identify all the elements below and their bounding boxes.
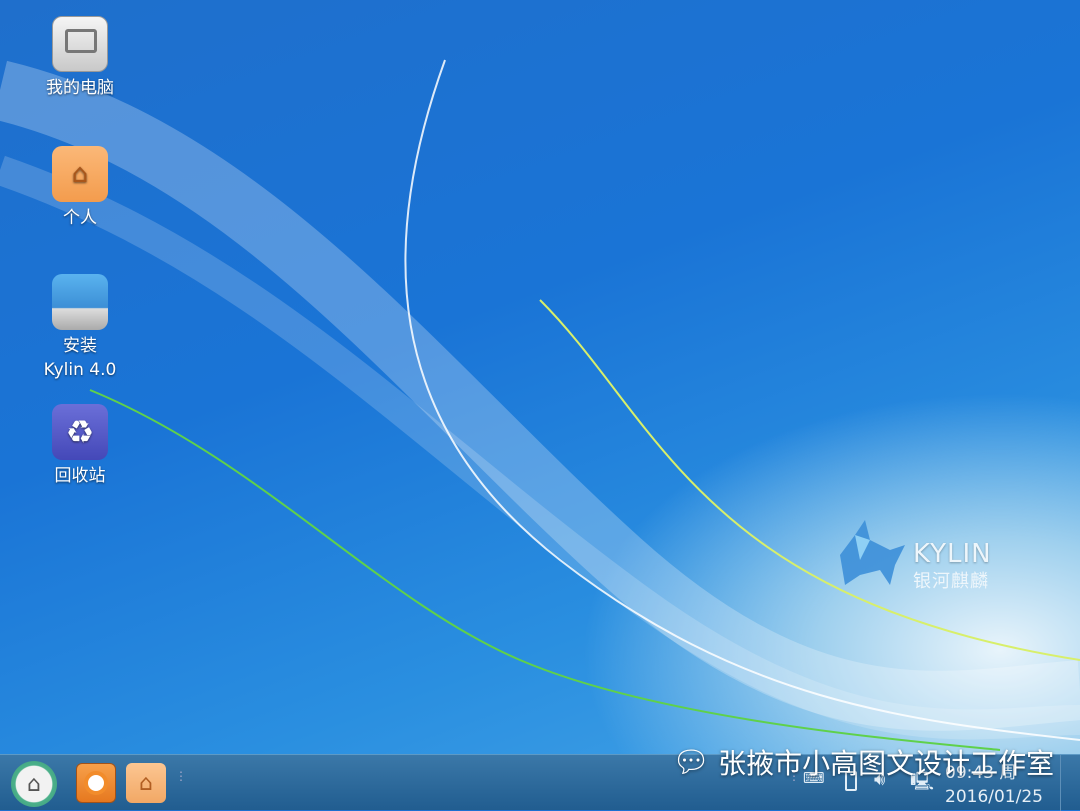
- firefox-icon: [84, 771, 108, 795]
- kylin-logo: KYLIN 银河麒麟: [835, 515, 1035, 595]
- watermark: 💬︎ 张掖市小高图文设计工作室: [672, 742, 1054, 782]
- home-icon: ⌂: [27, 771, 41, 797]
- computer-icon: [52, 16, 108, 72]
- logo-subtitle: 银河麒麟: [913, 571, 989, 592]
- show-desktop-button[interactable]: [1060, 755, 1080, 811]
- desktop-icon-computer[interactable]: 我的电脑: [30, 16, 130, 100]
- icon-label: 安装: [63, 336, 97, 356]
- home-folder-icon: ⌂: [139, 770, 153, 796]
- watermark-text: 张掖市小高图文设计工作室: [718, 747, 1055, 780]
- desktop-icon-install-kylin[interactable]: 安装 Kylin 4.0: [30, 274, 130, 382]
- icon-label-2: Kylin 4.0: [43, 360, 117, 380]
- logo-name: KYLIN: [913, 539, 992, 569]
- home-folder-icon: ⌂: [52, 146, 108, 202]
- desktop-icon-home[interactable]: ⌂ 个人: [30, 146, 130, 230]
- firefox-launcher[interactable]: [76, 763, 116, 803]
- icon-label: 个人: [63, 208, 97, 228]
- start-menu-button[interactable]: ⌂: [11, 761, 57, 807]
- desktop-icon-trash[interactable]: ♻ 回收站: [30, 404, 130, 488]
- panel-handle-icon: ⋮: [175, 769, 187, 783]
- icon-label: 我的电脑: [46, 78, 114, 98]
- clock-date: 2016/01/25: [945, 787, 1043, 807]
- home-folder-launcher[interactable]: ⌂: [126, 763, 166, 803]
- wallpaper-swooshes: [0, 59, 1080, 751]
- kylin-mascot-icon: [840, 520, 905, 585]
- trash-icon: ♻: [52, 404, 108, 460]
- icon-label: 回收站: [54, 466, 106, 486]
- installer-icon: [52, 274, 108, 330]
- wechat-icon: 💬︎: [672, 744, 711, 780]
